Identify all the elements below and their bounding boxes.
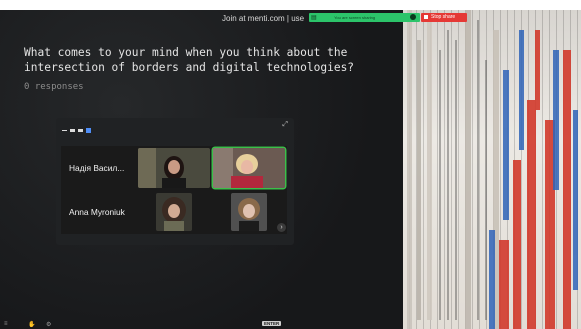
strip-view-icon[interactable]	[78, 129, 83, 133]
screen-share-banner[interactable]: ▤ You are screen sharing	[309, 13, 420, 22]
chevron-right-icon: ›	[280, 224, 283, 231]
speaker-view-icon[interactable]	[70, 129, 75, 133]
pin-icon[interactable]	[410, 14, 416, 20]
next-page-button[interactable]: ›	[277, 223, 286, 232]
avatar	[231, 193, 267, 231]
participant-row: Надія Васил...	[61, 146, 287, 190]
video-tile[interactable]	[138, 148, 210, 188]
minimize-icon[interactable]	[62, 130, 67, 132]
stop-share-button[interactable]: Stop share	[421, 13, 467, 22]
avatar	[156, 193, 192, 231]
video-gallery-panel[interactable]: ⤢ Надія Васил... Anna Myroniuk ›	[56, 118, 294, 245]
participant-name: Anna Myroniuk	[69, 207, 125, 217]
menu-icon[interactable]: ≡	[4, 321, 8, 327]
slide-question: What comes to your mind when you think a…	[24, 46, 355, 74]
participant-name: Надія Васил...	[69, 163, 125, 173]
hand-icon[interactable]: ✋	[28, 321, 35, 328]
join-instructions: Join at menti.com | use	[222, 14, 305, 23]
response-count: 0 responses	[24, 82, 84, 92]
participant-grid: Надія Васил... Anna Myroniuk ›	[61, 146, 287, 234]
keyboard-hint: ENTER	[262, 321, 282, 326]
stop-icon	[424, 14, 428, 19]
participant-video-image	[213, 148, 285, 188]
participant-avatar-image	[231, 193, 267, 231]
gallery-view-icon[interactable]	[86, 128, 91, 134]
gallery-view-toolbar	[62, 122, 94, 134]
graffiti-columns-image	[407, 10, 578, 329]
artwork-image	[403, 10, 581, 329]
stop-share-label: Stop share	[431, 14, 456, 20]
enter-key-badge: ENTER	[262, 321, 282, 326]
participant-avatar-image	[156, 193, 192, 231]
screen-share-icon: ▤	[311, 15, 317, 21]
video-tile-active-speaker[interactable]	[213, 148, 285, 188]
participant-video-image	[138, 148, 210, 188]
expand-icon[interactable]: ⤢	[282, 121, 288, 129]
settings-icon[interactable]: ⚙	[46, 321, 51, 328]
participant-row: Anna Myroniuk ›	[61, 190, 287, 234]
screen-share-text: You are screen sharing	[334, 15, 376, 20]
